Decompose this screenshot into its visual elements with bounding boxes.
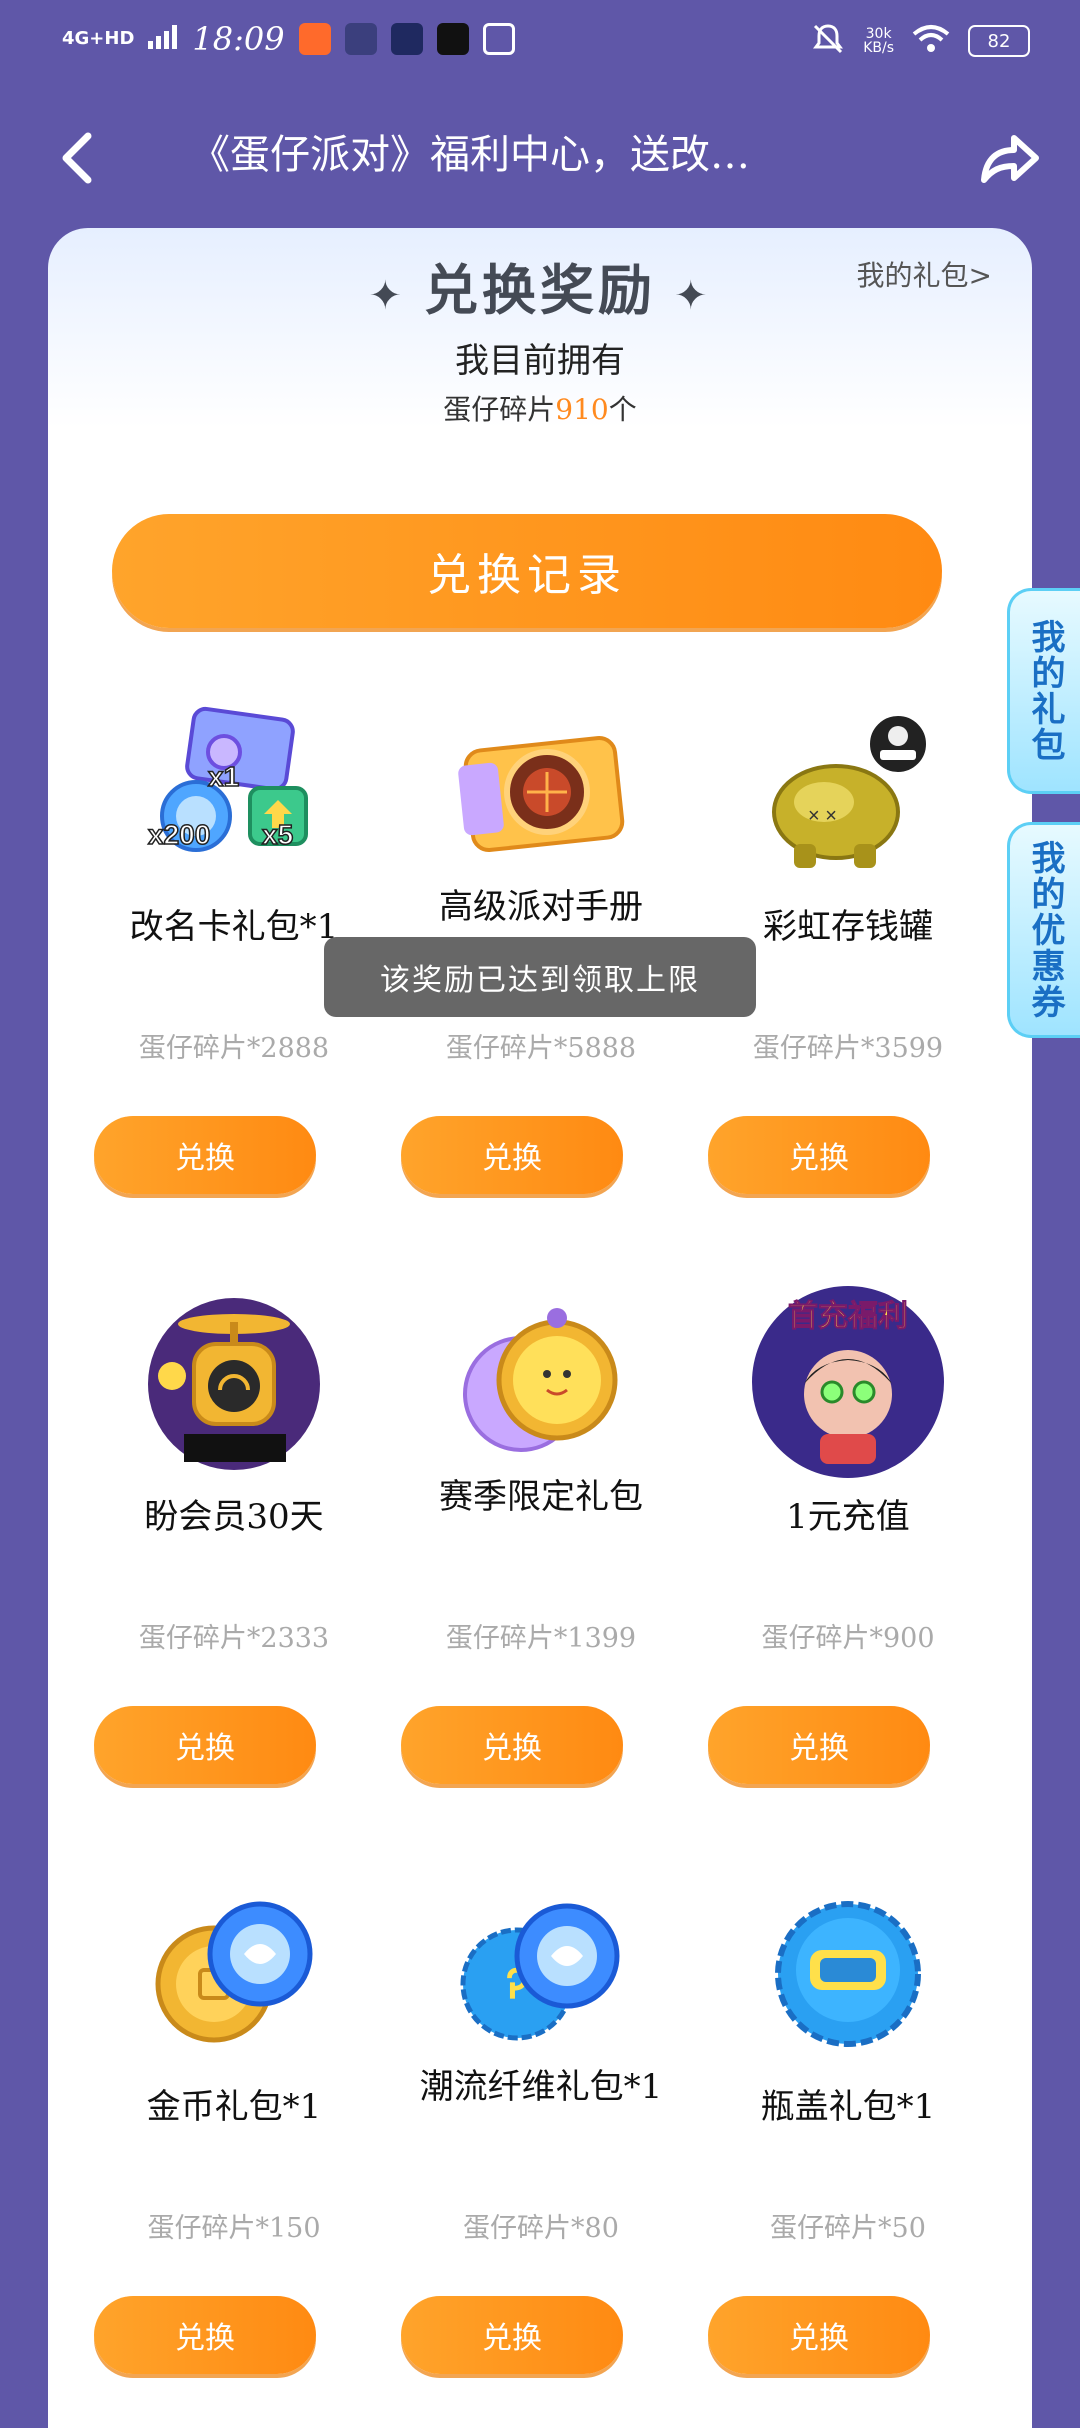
item-cost: 蛋仔碎片*2333 [138,1623,330,1654]
status-right: 30k KB/s 82 [811,22,1030,60]
share-button[interactable] [974,124,1044,194]
my-coupon-tab[interactable]: 我的优惠券 [1007,822,1080,1038]
svg-text:x1: x1 [208,761,239,792]
item-cost: 蛋仔碎片*1399 [445,1623,637,1654]
back-arrow-icon [62,132,92,184]
exchange-button[interactable]: 兑换 [401,1116,623,1194]
share-icon [981,135,1039,183]
item-cost: 蛋仔碎片*5888 [445,1033,637,1064]
rainbow-piggy-bank-icon: × × [758,704,938,884]
signal-icon [148,25,178,53]
wifi-icon [912,24,950,58]
currency-amount: 910 [555,393,609,426]
rename-card-pack-icon: x1 x200 x5 [144,704,324,884]
svg-text:首充福利: 首充福利 [788,1299,908,1334]
item-name: 潮流纤维礼包*1 [419,2067,663,2107]
item-cost: 蛋仔碎片*150 [147,2213,321,2244]
exchange-button[interactable]: 兑换 [94,1706,316,1784]
exchange-button[interactable]: 兑换 [94,1116,316,1194]
sparkle-icon: ✦ [368,273,406,319]
bottle-cap-pack-icon [758,1884,938,2064]
party-handbook-icon [451,704,631,884]
exchange-button[interactable]: 兑换 [401,2296,623,2374]
item-cost: 蛋仔碎片*900 [761,1623,935,1654]
membership-icon [144,1294,324,1474]
item-name: 瓶盖礼包*1 [760,2087,936,2127]
sparkle-icon: ✦ [674,273,712,319]
item-name: 金币礼包*1 [146,2087,322,2127]
page-title: 《蛋仔派对》福利中心，送改… [190,132,750,178]
item-cost: 蛋仔碎片*3599 [752,1033,944,1064]
limit-reached-toast: 该奖励已达到领取上限 [324,937,756,1017]
exchange-button[interactable]: 兑换 [708,1706,930,1784]
mail-app-icon [390,23,423,55]
svg-text:× ×: × × [808,805,837,827]
fiber-pack-icon: Ꭾ [451,1884,631,2064]
shopping-app-icon [298,23,331,55]
back-button[interactable] [50,128,110,188]
item-name: 1元充值 [786,1497,910,1537]
item-name: 赛季限定礼包 [439,1477,643,1517]
battery-indicator: 82 [968,25,1030,57]
s-app-icon [482,23,515,55]
item-cost: 蛋仔碎片*2888 [138,1033,330,1064]
exchange-history-button[interactable]: 兑换记录 [112,514,942,628]
svg-text:x200: x200 [148,819,210,850]
own-label: 我目前拥有 [455,341,625,381]
recharge-icon: 首充福利 [750,1284,946,1480]
my-gift-tab[interactable]: 我的礼包 [1007,588,1080,794]
exchange-button[interactable]: 兑换 [708,1116,930,1194]
exchange-button[interactable]: 兑换 [94,2296,316,2374]
rewards-card: ✦ 兑换奖励 ✦ 我的礼包> 我目前拥有 蛋仔碎片910个 兑换记录 x1 x200… [48,228,1032,2428]
exchange-button[interactable]: 兑换 [708,2296,930,2374]
network-indicator: 4G+HD [62,28,135,49]
vivo-app-icon [344,23,377,55]
svg-text:x5: x5 [262,819,293,850]
season-pack-icon [451,1294,631,1474]
clock: 18:09 [192,20,285,58]
top-bar: 《蛋仔派对》福利中心，送改… [0,110,1080,200]
status-left: 4G+HD 18:09 [62,20,515,58]
my-gift-link[interactable]: 我的礼包> [857,254,992,294]
network-speed: 30k KB/s [863,26,894,56]
item-cost: 蛋仔碎片*80 [463,2213,619,2244]
item-name: 盼会员30天 [144,1497,324,1537]
mute-icon [811,22,845,60]
coin-pack-icon [144,1884,324,2064]
item-name: 高级派对手册 [439,887,643,927]
item-cost: 蛋仔碎片*50 [770,2213,926,2244]
tiktok-app-icon [436,23,469,55]
status-bar: 4G+HD 18:09 30k KB/s 82 [0,0,1080,80]
currency-balance: 蛋仔碎片910个 [443,393,637,426]
exchange-button[interactable]: 兑换 [401,1706,623,1784]
